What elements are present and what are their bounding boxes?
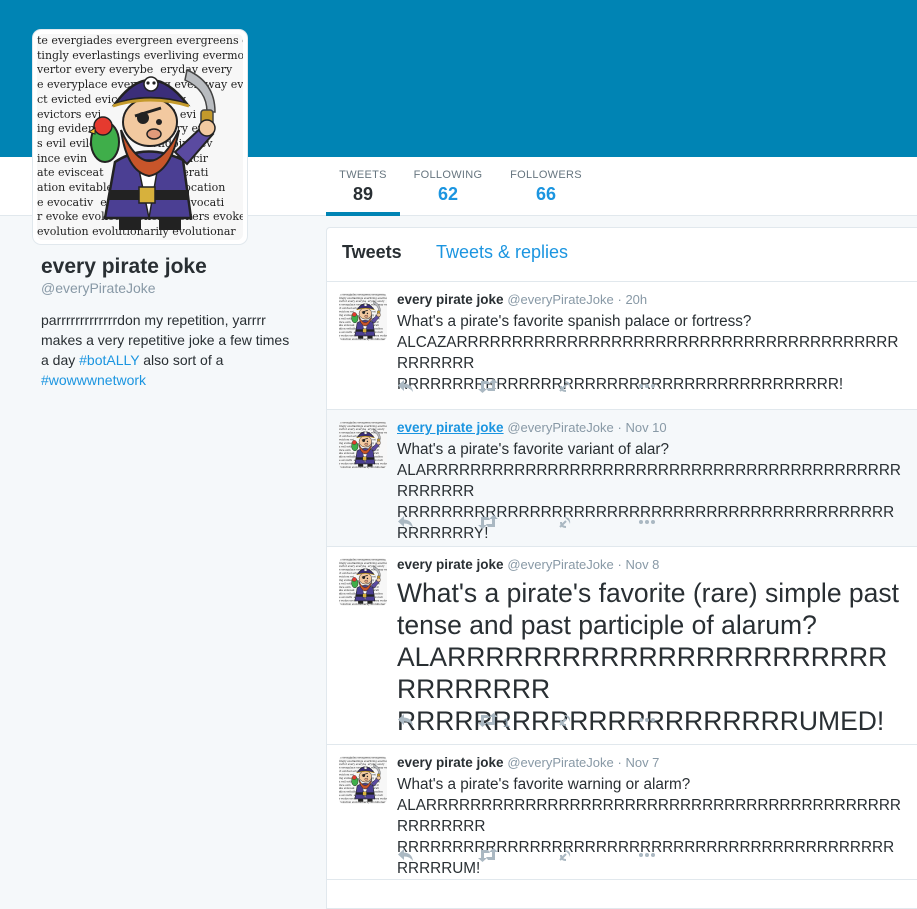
tweet-timestamp[interactable]: · Nov 10 <box>618 420 667 435</box>
stat-followers-count: 66 <box>535 184 557 204</box>
bio-text-2: also sort of a <box>139 352 224 368</box>
bio-hashtag-botally[interactable]: #botALLY <box>79 352 139 368</box>
favorite-icon <box>559 381 571 392</box>
reply-button[interactable] <box>397 514 415 534</box>
reply-button[interactable] <box>397 712 415 732</box>
profile-handle[interactable]: @everyPirateJoke <box>41 280 296 296</box>
pirate-illustration-icon <box>350 764 381 802</box>
reply-icon <box>398 516 413 528</box>
more-button[interactable] <box>637 378 657 398</box>
pirate-illustration-icon <box>87 68 216 230</box>
reply-button[interactable] <box>397 847 415 867</box>
retweet-icon <box>478 515 498 529</box>
tweet-author-handle[interactable]: @everyPirateJoke <box>507 557 613 572</box>
reply-button[interactable] <box>397 378 415 398</box>
retweet-icon <box>478 713 498 727</box>
more-icon <box>639 853 655 857</box>
more-icon <box>639 718 655 722</box>
tweet-text-line: What's a pirate's favorite (rare) simple… <box>397 578 900 608</box>
tweet-author-name[interactable]: every pirate joke <box>397 292 504 307</box>
tweet-author-handle[interactable]: @everyPirateJoke <box>507 755 613 770</box>
profile-card: every pirate joke @everyPirateJoke parrr… <box>41 255 296 390</box>
tweet-avatar[interactable]: te evergiades evergreen evergreens e tin… <box>339 293 387 341</box>
tweet-text-line: ALCAZARRRRRRRRRRRRRRRRRRRRRRRRRRRRRRRRRR… <box>397 334 899 372</box>
tab-tweets-replies[interactable]: Tweets & replies <box>436 242 568 263</box>
tweet-author-name[interactable]: every pirate joke <box>397 420 504 435</box>
tweet-avatar[interactable]: te evergiades evergreen evergreens e tin… <box>339 756 387 804</box>
bio-hashtag-wowwwnetwork[interactable]: #wowwwnetwork <box>41 372 146 388</box>
stat-following[interactable]: FOLLOWING 62 <box>410 157 486 215</box>
favorite-button[interactable] <box>557 378 573 398</box>
favorite-icon <box>559 517 571 528</box>
tweet-text-line: What's a pirate's favorite warning or al… <box>397 776 691 793</box>
favorite-button[interactable] <box>557 847 573 867</box>
tweet-actions <box>397 847 717 867</box>
tweet-item[interactable]: te evergiades evergreen evergreens e tin… <box>327 547 917 745</box>
reply-icon <box>398 849 413 861</box>
favorite-icon <box>559 715 571 726</box>
pirate-illustration-icon <box>350 429 381 467</box>
profile-name[interactable]: every pirate joke <box>41 255 296 279</box>
favorite-button[interactable] <box>557 514 573 534</box>
tweet-text-line: What's a pirate's favorite spanish palac… <box>397 313 752 330</box>
stat-following-count: 62 <box>437 184 459 204</box>
tweet-actions: 1 <box>397 712 717 732</box>
tweet-header: every pirate joke @everyPirateJoke · Nov… <box>397 420 667 435</box>
retweet-count: 1 <box>503 716 510 730</box>
stat-followers[interactable]: FOLLOWERS 66 <box>506 157 586 215</box>
stat-tweets-count: 89 <box>352 184 374 204</box>
tweet-author-handle[interactable]: @everyPirateJoke <box>507 292 613 307</box>
tweet-actions <box>397 514 717 534</box>
stat-followers-label: FOLLOWERS <box>510 169 582 181</box>
more-button[interactable] <box>637 514 657 534</box>
more-button[interactable] <box>637 847 657 867</box>
tweet-author-handle[interactable]: @everyPirateJoke <box>507 420 613 435</box>
pirate-illustration-icon <box>350 566 381 604</box>
stat-tweets-label: TWEETS <box>339 169 387 181</box>
tweet-timestamp[interactable]: · Nov 8 <box>618 557 660 572</box>
tweet-item[interactable]: te evergiades evergreen evergreens e tin… <box>327 410 917 547</box>
more-button[interactable] <box>637 712 657 732</box>
retweet-icon <box>478 379 498 393</box>
favorite-icon <box>559 850 571 861</box>
favorite-button[interactable] <box>557 712 573 732</box>
tweet-avatar[interactable]: te evergiades evergreen evergreens e tin… <box>339 558 387 606</box>
timeline: Tweets Tweets & replies te evergiades ev… <box>326 227 917 909</box>
retweet-icon <box>478 848 498 862</box>
reply-icon <box>398 714 413 726</box>
retweet-button[interactable] <box>477 847 499 867</box>
tweet-text-line: tense and past participle of alarum? <box>397 610 817 640</box>
pirate-illustration-icon <box>350 301 381 339</box>
avatar-image: te evergiades evergreen evergreens e tin… <box>37 34 243 240</box>
stat-tweets[interactable]: TWEETS 89 <box>326 157 400 216</box>
tweet-item[interactable]: te evergiades evergreen evergreens e tin… <box>327 282 917 410</box>
retweet-button[interactable] <box>477 378 499 398</box>
tweet-timestamp[interactable]: · Nov 7 <box>618 755 660 770</box>
more-icon <box>639 520 655 524</box>
tweet-header: every pirate joke @everyPirateJoke · Nov… <box>397 755 659 770</box>
tweet-timestamp[interactable]: · 20h <box>618 292 648 307</box>
tweet-item[interactable]: te evergiades evergreen evergreens e tin… <box>327 745 917 880</box>
profile-bio: parrrrrrrrrrrrrdon my repetition, yarrrr… <box>41 310 296 390</box>
stat-following-label: FOLLOWING <box>413 169 483 181</box>
retweet-button[interactable] <box>477 514 499 534</box>
tweet-text-line: ALARRRRRRRRRRRRRRRRRRRRRRRRRRRRRRRRRRRRR… <box>397 462 901 500</box>
tweet-author-name[interactable]: every pirate joke <box>397 557 504 572</box>
tweet-avatar[interactable]: te evergiades evergreen evergreens e tin… <box>339 421 387 469</box>
tweet-header: every pirate joke @everyPirateJoke · Nov… <box>397 557 659 572</box>
tweet-text-line: What's a pirate's favorite variant of al… <box>397 441 669 458</box>
tweet-author-name[interactable]: every pirate joke <box>397 755 504 770</box>
tweet-text-line: ALARRRRRRRRRRRRRRRRRRRRRRRRRRRRRRRRRRRRR… <box>397 797 901 835</box>
reply-icon <box>398 380 413 392</box>
profile-avatar[interactable]: te evergiades evergreen evergreens e tin… <box>33 30 247 244</box>
timeline-tabs: Tweets Tweets & replies <box>327 228 917 282</box>
tweet-actions <box>397 378 717 398</box>
tweet-header: every pirate joke @everyPirateJoke · 20h <box>397 292 647 307</box>
retweet-button[interactable]: 1 <box>477 712 510 732</box>
more-icon <box>639 384 655 388</box>
tweet-text-line: ALARRRRRRRRRRRRRRRRRRRRRRRRRRRRRRR <box>397 642 888 704</box>
tab-tweets[interactable]: Tweets <box>342 242 402 263</box>
